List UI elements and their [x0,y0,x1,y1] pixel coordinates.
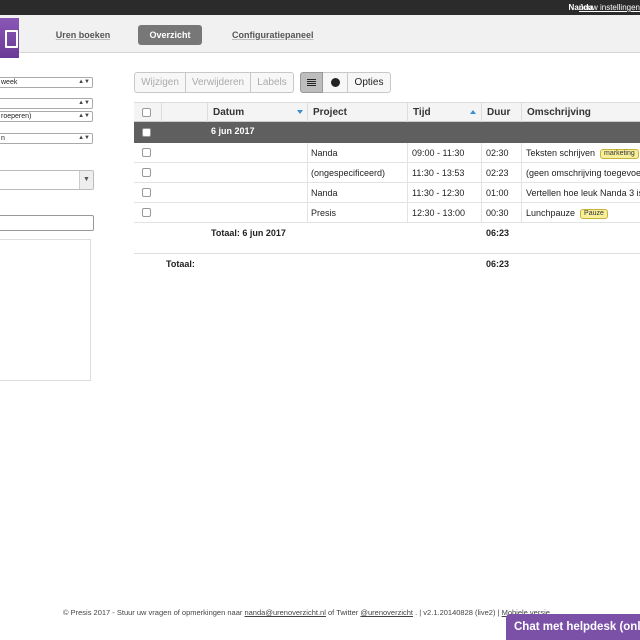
select-arrow-icon: ▲▼ [78,100,90,106]
column-tijd[interactable]: Tijd [407,103,482,122]
subtotal-value: 06:23 [486,228,510,238]
column-divider [307,143,308,163]
tab-uren-boeken[interactable]: Uren boeken [55,25,111,45]
table-row[interactable]: Nanda 11:30 - 12:30 01:00 Vertellen hoe … [134,183,640,203]
select-arrow-icon: ▲▼ [78,135,90,141]
cell-project: Nanda [311,188,338,198]
main-nav: Uren boeken Overzicht Configuratiepaneel [0,15,640,58]
labels-button[interactable]: Labels [251,72,294,93]
column-divider [481,163,482,183]
total-label: Totaal: [166,259,195,269]
row-checkbox[interactable] [142,148,151,157]
app-logo[interactable] [0,18,19,58]
cell-project: Nanda [311,148,338,158]
options-button[interactable]: Opties [348,72,391,93]
filter-select[interactable]: ▲▼ [0,98,93,109]
tab-configuratiepaneel[interactable]: Configuratiepaneel [232,25,314,45]
select-arrow-icon: ▲▼ [78,79,90,85]
group-checkbox[interactable] [142,128,151,137]
column-project[interactable]: Project [307,103,408,122]
period-select[interactable]: week ▲▼ [0,77,93,88]
cell-omschrijving: Vertellen hoe leuk Nanda 3 is [526,188,640,198]
twitter-link[interactable]: @urenoverzicht [360,608,413,617]
column-divider [307,163,308,183]
total-row: Totaal: 06:23 [134,253,640,273]
chat-helpdesk-button[interactable]: Chat met helpdesk (online) [506,614,640,640]
label-badge[interactable]: Pauze [580,209,608,219]
column-divider [407,143,408,163]
filter-list-box[interactable] [0,239,91,381]
column-divider [481,143,482,163]
row-checkbox[interactable] [142,188,151,197]
date-group-row: 6 jun 2017 [134,122,640,143]
select-arrow-icon: ▲▼ [78,113,90,119]
column-divider [307,183,308,203]
cell-duur: 01:00 [486,188,509,198]
cell-tijd: 11:30 - 13:53 [412,168,465,178]
subtotal-row: Totaal: 6 jun 2017 06:23 [134,223,640,243]
table-header: Datum Project Tijd Duur Omschrijving [134,102,640,122]
cell-tijd: 09:00 - 11:30 [412,148,465,158]
delete-button[interactable]: Verwijderen [186,72,251,93]
subtotal-label: Totaal: 6 jun 2017 [211,228,286,238]
list-icon [307,79,316,87]
tab-overzicht[interactable]: Overzicht [138,25,202,45]
column-divider [407,203,408,223]
column-datum[interactable]: Datum [207,103,308,122]
column-divider [407,163,408,183]
table-row[interactable]: Nanda 09:00 - 11:30 02:30 Teksten schrij… [134,143,640,163]
column-omschrijving[interactable]: Omschrijving [521,103,640,122]
cell-project: (ongespecificeerd) [311,168,386,178]
column-spacer [161,103,207,122]
column-divider [481,203,482,223]
select-all-checkbox[interactable] [142,108,151,117]
column-divider [407,183,408,203]
search-input[interactable] [0,215,94,231]
project-combobox[interactable]: ▼ [0,170,94,190]
footer: © Presis 2017 - Stuur uw vragen of opmer… [63,608,550,617]
table-row[interactable]: Presis 12:30 - 13:00 00:30 Lunchpauze Pau… [134,203,640,223]
cell-duur: 00:30 [486,208,509,218]
group-date: 6 jun 2017 [211,126,255,136]
label-badge[interactable]: marketing [600,149,639,159]
cell-duur: 02:30 [486,148,509,158]
column-divider [521,183,522,203]
cell-tijd: 11:30 - 12:30 [412,188,465,198]
cell-project: Presis [311,208,337,218]
sort-select[interactable]: n ▲▼ [0,133,93,144]
row-checkbox[interactable] [142,208,151,217]
column-divider [481,183,482,203]
cell-tijd: 12:30 - 13:00 [412,208,466,218]
column-divider [307,203,308,223]
group-select[interactable]: roeperen) ▲▼ [0,111,93,122]
sort-desc-icon [297,110,303,114]
edit-button[interactable]: Wijzigen [134,72,186,93]
circle-icon [330,78,340,87]
column-divider [521,203,522,223]
sort-asc-icon [470,110,476,114]
cell-omschrijving: Lunchpauze Pauze [526,208,640,219]
row-checkbox[interactable] [142,168,151,177]
cell-omschrijving: (geen omschrijving toegevoegd) [526,168,640,178]
column-divider [521,163,522,183]
settings-link[interactable]: Jouw instellingen [579,3,640,12]
cell-duur: 02:23 [486,168,509,178]
table-row[interactable]: (ongespecificeerd) 11:30 - 13:53 02:23 (… [134,163,640,183]
column-duur[interactable]: Duur [481,103,522,122]
total-value: 06:23 [486,259,510,269]
top-bar: Nanda Jouw instellingen [0,0,640,15]
cell-omschrijving: Teksten schrijven marketing [526,148,640,159]
chevron-down-icon[interactable]: ▼ [79,171,93,189]
dot-view-button[interactable] [323,72,348,93]
list-view-button[interactable] [300,72,323,93]
email-link[interactable]: nanda@urenoverzicht.nl [244,608,325,617]
column-divider [521,143,522,163]
